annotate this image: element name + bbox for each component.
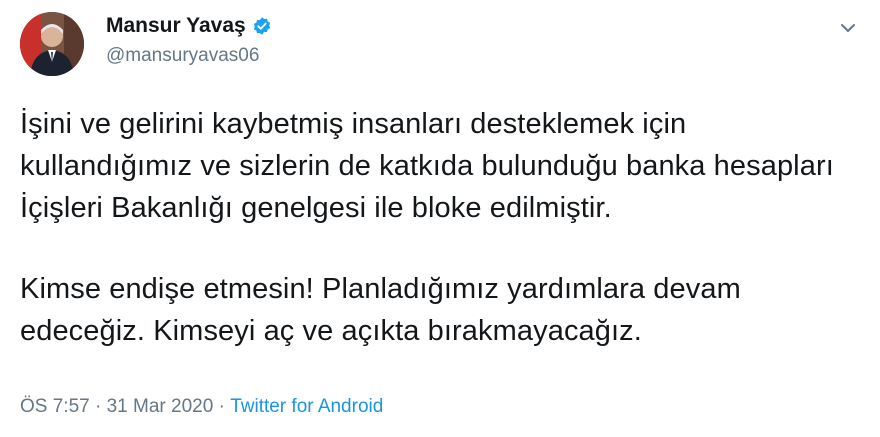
tweet-text: İşini ve gelirini kaybetmiş insanları de…: [20, 103, 860, 352]
name-row: Mansur Yavaş: [106, 14, 272, 38]
meta-separator: ·: [89, 396, 107, 417]
avatar[interactable]: [20, 12, 84, 76]
tweet-date[interactable]: 31 Mar 2020: [107, 396, 214, 418]
verified-badge-icon: [252, 16, 272, 36]
user-handle[interactable]: @mansuryavas06: [106, 45, 259, 67]
profile-photo-icon: [20, 12, 84, 76]
tweet-meta: ÖS 7:57 · 31 Mar 2020 · Twitter for Andr…: [20, 396, 383, 418]
tweet-source-link[interactable]: Twitter for Android: [230, 396, 383, 418]
display-name[interactable]: Mansur Yavaş: [106, 14, 246, 38]
tweet-card: Mansur Yavaş @mansuryavas06 İşini ve gel…: [0, 0, 880, 437]
chevron-down-icon[interactable]: [836, 16, 860, 40]
tweet-time[interactable]: ÖS 7:57: [20, 396, 90, 418]
tweet-paragraph: İşini ve gelirini kaybetmiş insanları de…: [20, 108, 834, 224]
tweet-paragraph: Kimse endişe etmesin! Planladığımız yard…: [20, 273, 741, 347]
meta-separator: ·: [213, 396, 231, 417]
